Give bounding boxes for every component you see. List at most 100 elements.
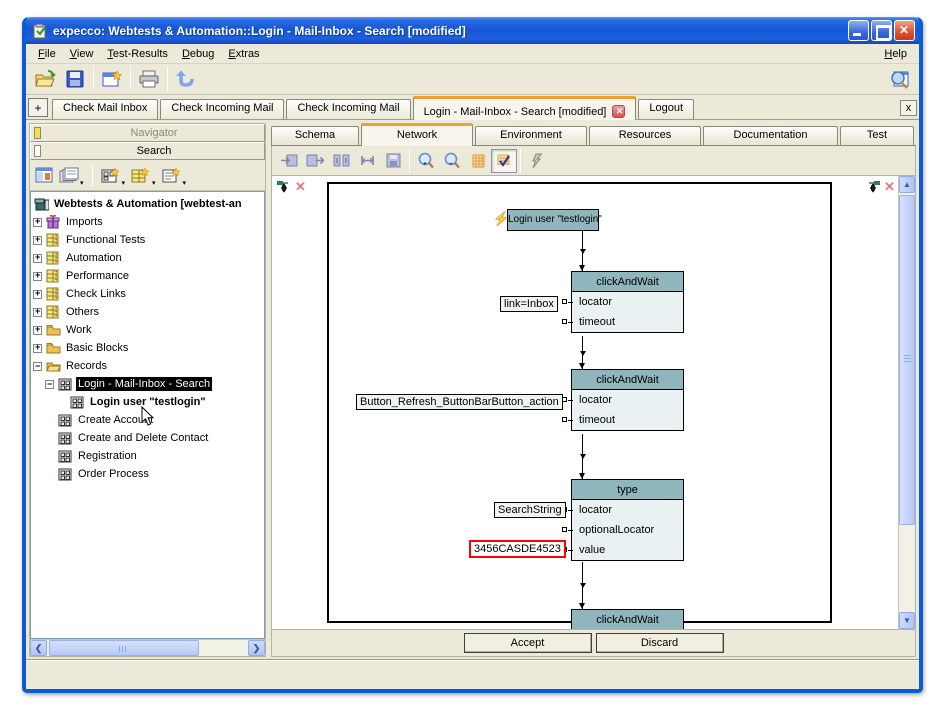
menu-debug[interactable]: Debug <box>176 46 220 62</box>
accept-button[interactable]: Accept <box>464 633 592 653</box>
navigator-grip[interactable] <box>34 127 41 139</box>
tab-logout[interactable]: Logout <box>638 99 694 119</box>
tree-item-check-links[interactable]: Check Links <box>33 285 264 303</box>
search-header[interactable]: Search <box>30 142 265 160</box>
tree-item-order-process[interactable]: Order Process <box>33 465 264 483</box>
pin-timeout[interactable]: timeout <box>572 312 683 332</box>
menu-view[interactable]: View <box>64 46 100 62</box>
minimize-button[interactable] <box>848 20 869 41</box>
scroll-left-icon[interactable]: ❮ <box>30 640 47 656</box>
node-clickandwait-3[interactable]: clickAndWait <box>571 609 684 629</box>
tree-item-work[interactable]: Work <box>33 321 264 339</box>
tab-documentation[interactable]: Documentation <box>703 126 838 145</box>
search-class-icon[interactable] <box>885 66 915 92</box>
scroll-right-icon[interactable]: ❯ <box>248 640 265 656</box>
tree-item-create-and-delete-contact[interactable]: Create and Delete Contact <box>33 429 264 447</box>
input-label-value-highlighted[interactable]: 3456CASDE4523 <box>469 540 566 558</box>
tab-schema[interactable]: Schema <box>271 126 359 145</box>
pin-connector-icon[interactable] <box>562 527 567 532</box>
navigator-horizontal-scrollbar[interactable]: ❮ ❯ <box>30 639 265 656</box>
expander-icon[interactable] <box>33 290 42 299</box>
node-type[interactable]: type locator optionalLocator value <box>571 479 684 561</box>
new-window-icon[interactable] <box>97 66 127 92</box>
tab-check-mail-inbox[interactable]: Check Mail Inbox <box>52 99 158 119</box>
tab-check-incoming-mail-2[interactable]: Check Incoming Mail <box>286 99 410 119</box>
expander-icon[interactable] <box>45 380 54 389</box>
snap-to-grid-icon[interactable] <box>491 149 517 173</box>
close-button[interactable] <box>894 20 915 41</box>
tree-item-create-account[interactable]: Create Account <box>33 411 264 429</box>
node-clickandwait-1[interactable]: clickAndWait locator timeout <box>571 271 684 333</box>
pin-timeout[interactable]: timeout <box>572 410 683 430</box>
tab-network[interactable]: Network <box>361 123 473 146</box>
tree-item-basic-blocks[interactable]: Basic Blocks <box>33 339 264 357</box>
tree-item-others[interactable]: Others <box>33 303 264 321</box>
zoom-in-icon[interactable] <box>413 149 439 173</box>
maximize-button[interactable] <box>871 20 892 41</box>
tree-item-functional-tests[interactable]: Functional Tests <box>33 231 264 249</box>
expander-icon[interactable] <box>33 272 42 281</box>
scrollbar-thumb[interactable] <box>49 640 199 656</box>
input-label-searchstring[interactable]: SearchString <box>494 502 566 518</box>
expander-icon[interactable] <box>33 308 42 317</box>
auto-arrange-icon[interactable] <box>524 149 550 173</box>
expander-icon[interactable] <box>33 362 42 371</box>
node-clickandwait-2[interactable]: clickAndWait locator timeout <box>571 369 684 431</box>
expander-icon[interactable] <box>33 254 42 263</box>
tree-item-root[interactable]: Webtests & Automation [webtest-an <box>33 195 264 213</box>
scroll-down-icon[interactable]: ▼ <box>899 612 915 629</box>
new-suite-icon[interactable]: ▾ <box>99 163 128 187</box>
pin-connector-icon[interactable] <box>562 397 567 402</box>
menu-extras[interactable]: Extras <box>222 46 265 62</box>
tab-check-incoming-mail-1[interactable]: Check Incoming Mail <box>160 99 284 119</box>
discard-button[interactable]: Discard <box>596 633 724 653</box>
delete-icon[interactable]: ✕ <box>295 179 306 195</box>
print-icon[interactable] <box>134 66 164 92</box>
window-list-icon[interactable]: ▾ <box>57 163 86 187</box>
save-icon[interactable] <box>60 66 90 92</box>
pin-optionallocator[interactable]: optionalLocator <box>572 520 683 540</box>
pin-connector-icon[interactable] <box>562 319 567 324</box>
expand-pins-icon[interactable] <box>328 149 354 173</box>
menu-file[interactable]: File <box>32 46 62 62</box>
move-anchor-icon[interactable] <box>866 180 880 194</box>
input-label-button-refresh[interactable]: Button_Refresh_ButtonBarButton_action <box>356 394 563 410</box>
pin-value[interactable]: value <box>572 540 683 560</box>
navigator-header[interactable]: Navigator <box>30 124 265 142</box>
tab-resources[interactable]: Resources <box>589 126 701 145</box>
import-right-icon[interactable] <box>302 149 328 173</box>
delete-icon[interactable]: ✕ <box>884 179 895 195</box>
input-label-link-inbox[interactable]: link=Inbox <box>500 296 558 312</box>
menu-help[interactable]: Help <box>878 46 913 62</box>
import-left-icon[interactable] <box>276 149 302 173</box>
menu-test-results[interactable]: Test-Results <box>101 46 174 62</box>
pin-connector-icon[interactable] <box>562 299 567 304</box>
node-login-user-testlogin[interactable]: Login user "testlogin" <box>507 209 599 231</box>
canvas-vertical-scrollbar[interactable]: ▲ ▼ <box>898 176 915 629</box>
pin-connector-icon[interactable] <box>562 417 567 422</box>
expander-icon[interactable] <box>33 344 42 353</box>
collapse-pins-icon[interactable] <box>354 149 380 173</box>
pin-locator[interactable]: locator <box>572 292 683 312</box>
grid-icon[interactable] <box>465 149 491 173</box>
tabbar-close-button[interactable]: x <box>900 100 917 116</box>
tab-environment[interactable]: Environment <box>475 126 587 145</box>
pin-locator[interactable]: locator <box>572 390 683 410</box>
expander-icon[interactable] <box>33 236 42 245</box>
tree-item-records[interactable]: Records <box>33 357 264 375</box>
tree-item-login-mail-inbox-search[interactable]: Login - Mail-Inbox - Search <box>33 375 264 393</box>
tab-test[interactable]: Test <box>840 126 914 145</box>
tree-item-imports[interactable]: Imports <box>33 213 264 231</box>
tree-item-login-user-testlogin[interactable]: Login user "testlogin" <box>33 393 264 411</box>
add-tab-button[interactable]: + <box>28 98 48 117</box>
expander-icon[interactable] <box>33 326 42 335</box>
diagram-canvas[interactable]: ✕ ✕ ⚡ Login user "testlogin" <box>272 176 898 629</box>
search-grip[interactable] <box>34 145 41 157</box>
tab-close-icon[interactable] <box>612 105 625 118</box>
tree-item-automation[interactable]: Automation <box>33 249 264 267</box>
save-diagram-icon[interactable] <box>380 149 406 173</box>
tree-item-registration[interactable]: Registration <box>33 447 264 465</box>
undo-icon[interactable] <box>171 66 201 92</box>
expander-icon[interactable] <box>33 218 42 227</box>
tab-login-mail-inbox-search[interactable]: Login - Mail-Inbox - Search [modified] <box>413 96 637 120</box>
